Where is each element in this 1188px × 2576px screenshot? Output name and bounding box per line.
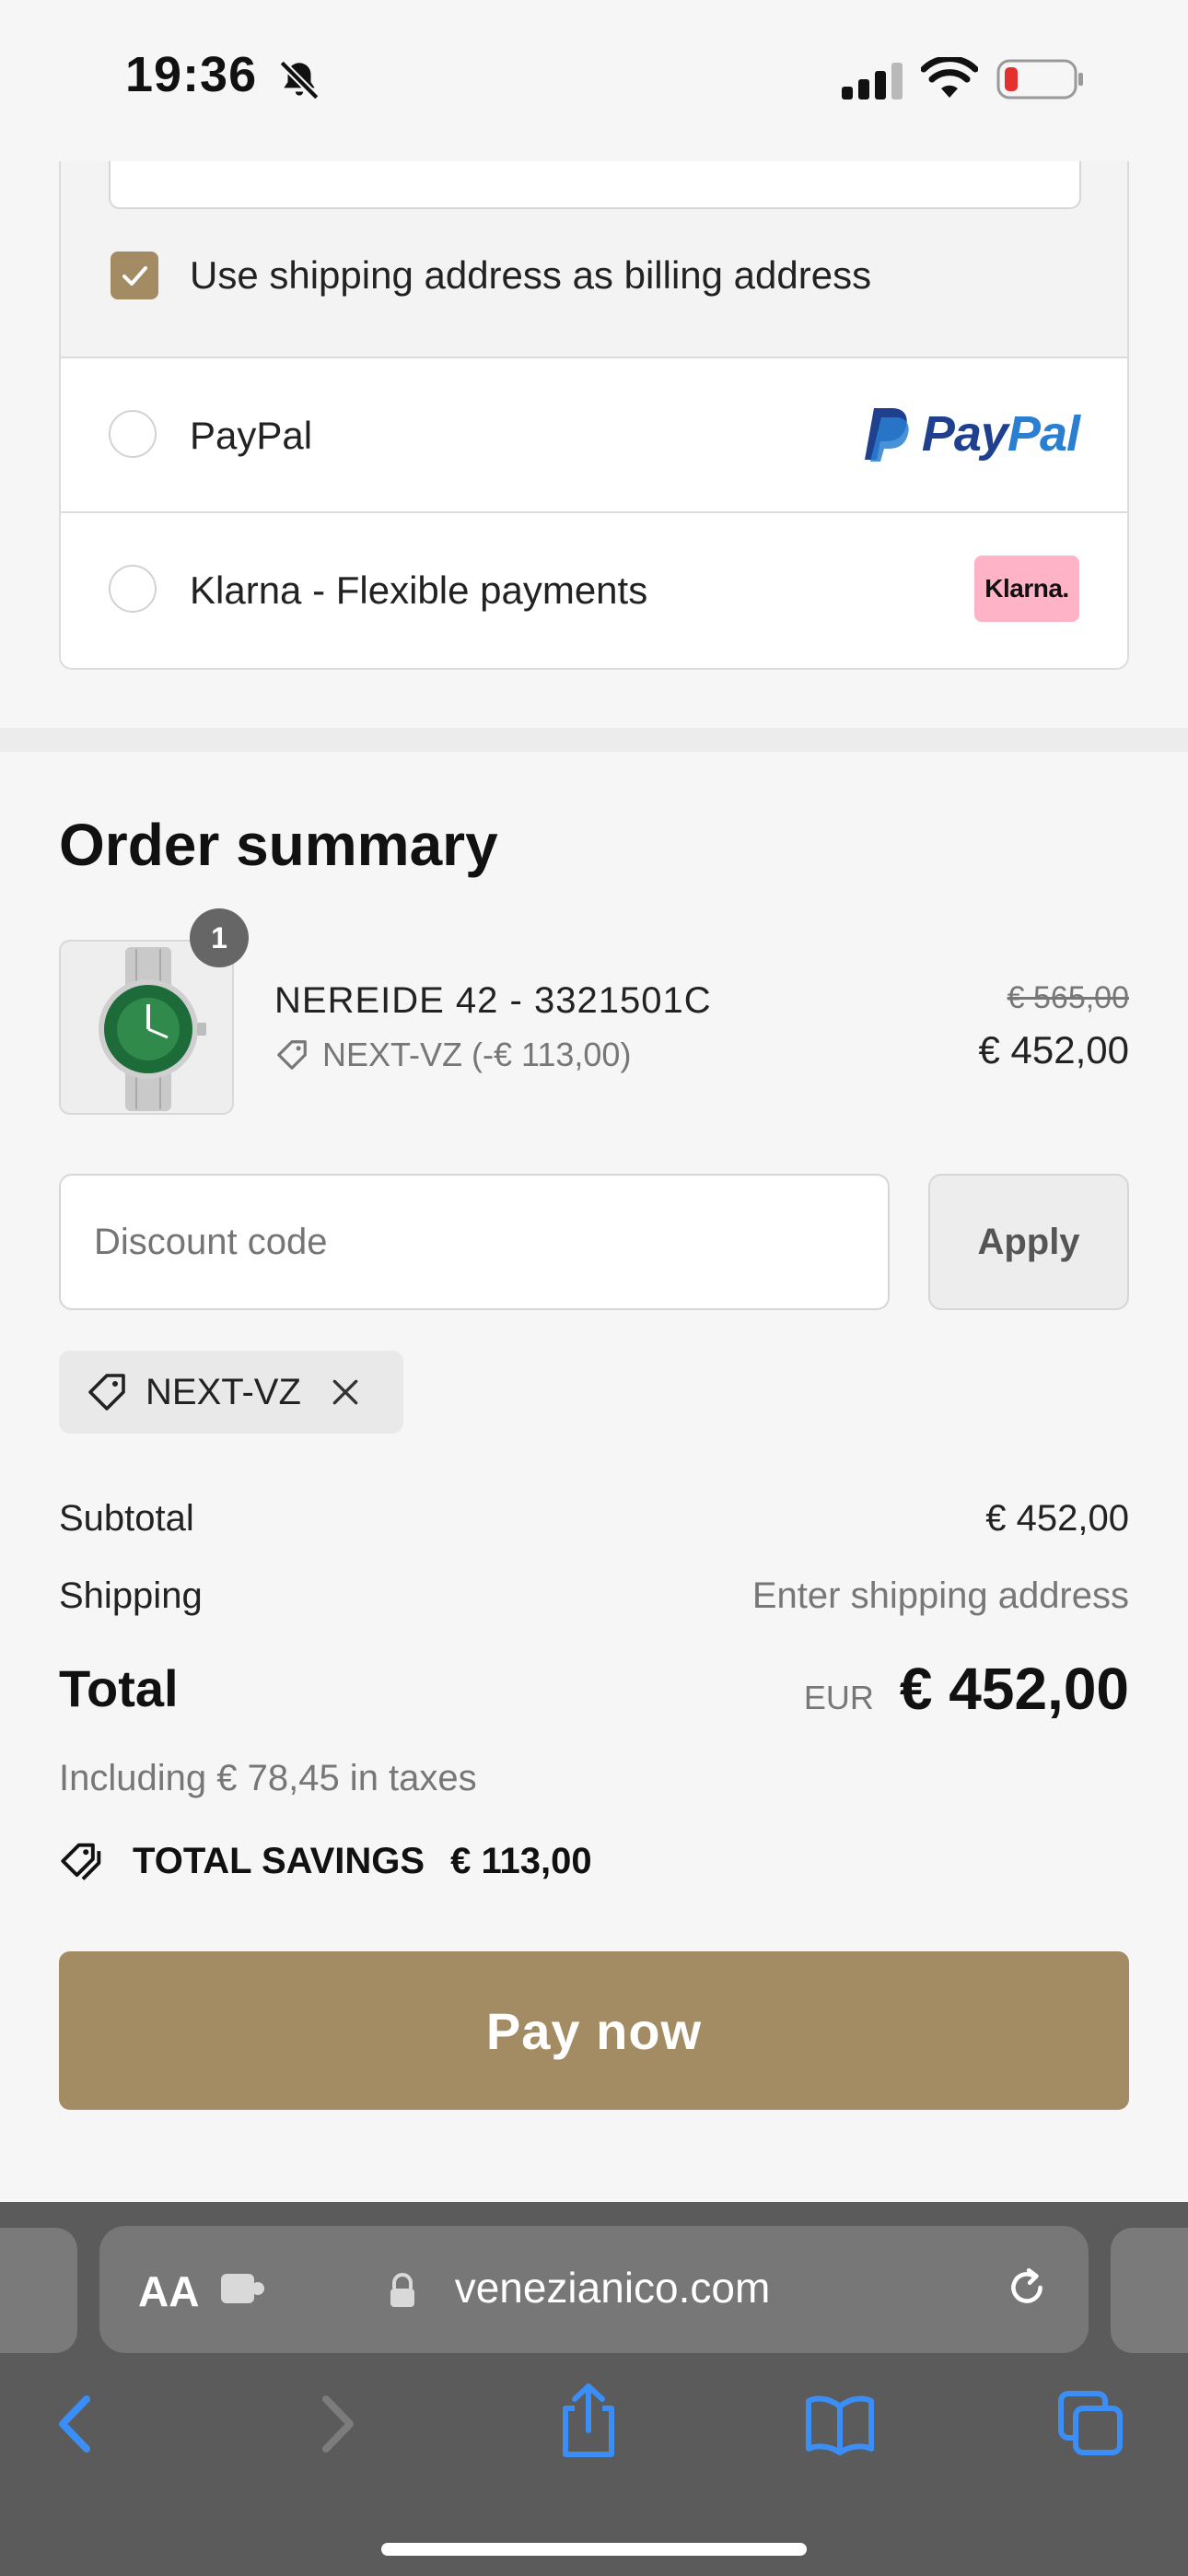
subtotal-label: Subtotal	[59, 1498, 194, 1539]
taxes-note: Including € 78,45 in taxes	[59, 1758, 477, 1798]
applied-discount-chip: NEXT-VZ	[59, 1351, 403, 1434]
savings-value: € 113,00	[450, 1840, 592, 1881]
pay-now-button[interactable]: Pay now	[59, 1951, 1129, 2110]
order-summary-title: Order summary	[59, 812, 498, 878]
battery-icon	[996, 59, 1083, 100]
checkmark-icon	[122, 266, 147, 286]
discount-code-input[interactable]	[59, 1174, 890, 1310]
forward-icon	[322, 2395, 354, 2453]
product-thumbnail	[59, 940, 234, 1115]
bell-muted-icon	[279, 60, 320, 100]
home-indicator	[381, 2543, 807, 2556]
billing-address-section: Use shipping address as billing address	[61, 161, 1127, 358]
klarna-logo: Klarna.	[974, 556, 1079, 622]
total-currency: EUR	[803, 1679, 874, 1716]
tabs-icon[interactable]	[1055, 2388, 1125, 2458]
signal-icon	[842, 63, 903, 100]
paypal-logo: PayPal	[861, 404, 1080, 463]
back-icon[interactable]	[53, 2392, 99, 2456]
paypal-radio[interactable]	[109, 410, 157, 458]
close-icon[interactable]	[327, 1374, 364, 1411]
item-price: € 452,00	[978, 1028, 1130, 1071]
status-time: 19:36	[125, 47, 258, 102]
wifi-icon	[921, 57, 978, 98]
payment-methods-card: Use shipping address as billing address …	[59, 161, 1129, 670]
klarna-label: Klarna - Flexible payments	[190, 568, 648, 612]
shipping-value: Enter shipping address	[751, 1575, 1129, 1616]
paypal-label: PayPal	[190, 414, 313, 457]
klarna-radio[interactable]	[109, 565, 157, 613]
bookmarks-icon[interactable]	[803, 2392, 877, 2456]
quantity-badge: 1	[190, 908, 249, 967]
tag-icon	[277, 1040, 307, 1070]
payment-option-klarna[interactable]: Klarna - Flexible payments Klarna.	[61, 513, 1127, 668]
address-field[interactable]	[109, 161, 1081, 209]
product-discount-text: NEXT-VZ (-€ 113,00)	[322, 1036, 632, 1073]
tag-icon	[88, 1374, 125, 1411]
total-amount: € 452,00	[899, 1656, 1129, 1722]
subtotal-value: € 452,00	[985, 1498, 1129, 1539]
section-divider	[0, 728, 1188, 752]
reload-icon[interactable]	[1004, 2265, 1050, 2311]
billing-checkbox-label: Use shipping address as billing address	[190, 253, 872, 297]
product-discount: NEXT-VZ (-€ 113,00)	[274, 1036, 631, 1074]
product-name: NEREIDE 42 - 3321501C	[274, 980, 712, 1021]
original-price: € 565,00	[1007, 980, 1129, 1015]
total-savings: TOTAL SAVINGS € 113,00	[59, 1837, 592, 1885]
share-icon[interactable]	[556, 2381, 621, 2460]
shipping-label: Shipping	[59, 1575, 203, 1616]
watch-image	[99, 947, 206, 1111]
savings-label: TOTAL SAVINGS	[133, 1840, 425, 1881]
apply-button[interactable]: Apply	[928, 1174, 1129, 1310]
savings-tag-icon	[61, 1843, 101, 1880]
total-label: Total	[59, 1659, 179, 1717]
total-amount-group: EUR € 452,00	[804, 1655, 1129, 1723]
billing-checkbox[interactable]	[111, 252, 158, 299]
paypal-p-icon	[864, 408, 909, 462]
applied-discount-code: NEXT-VZ	[146, 1371, 301, 1412]
payment-option-paypal[interactable]: PayPal PayPal	[61, 358, 1127, 511]
